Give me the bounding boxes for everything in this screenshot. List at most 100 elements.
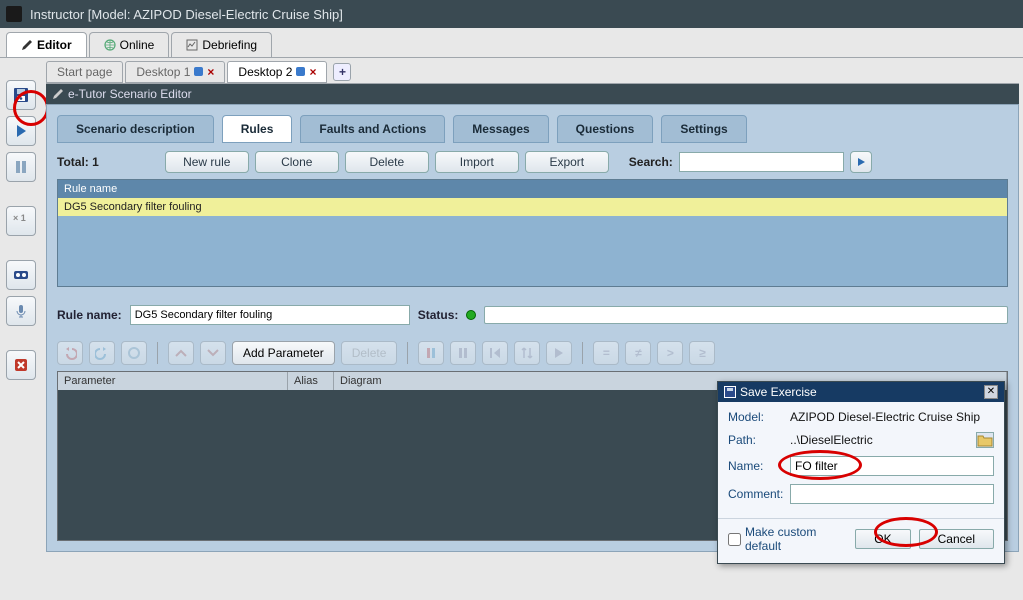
undo-icon [63, 346, 77, 360]
rule-name-input[interactable] [130, 305, 410, 325]
title-bar: Instructor [Model: AZIPOD Diesel-Electri… [0, 0, 1023, 28]
op-equals-button[interactable]: = [593, 341, 619, 365]
mic-icon [13, 303, 29, 319]
search-go-button[interactable] [850, 151, 872, 173]
delete-rule-button[interactable]: Delete [345, 151, 429, 173]
play-icon [856, 157, 866, 167]
tab-rules[interactable]: Rules [222, 115, 293, 143]
op-greater-button[interactable]: > [657, 341, 683, 365]
record-tape-button[interactable] [6, 260, 36, 290]
tab-desktop1-label: Desktop 1 [136, 65, 190, 79]
status-bar [484, 306, 1008, 324]
pause-icon [456, 346, 470, 360]
make-default-label: Make custom default [745, 525, 839, 553]
speed-x1-button[interactable]: × 1 [6, 206, 36, 236]
tab-debriefing[interactable]: Debriefing [171, 32, 272, 57]
tab-start-page[interactable]: Start page [46, 61, 123, 83]
equals-icon: = [603, 346, 610, 360]
mic-button[interactable] [6, 296, 36, 326]
tab-settings[interactable]: Settings [661, 115, 746, 143]
sort-button[interactable] [514, 341, 540, 365]
dialog-close-button[interactable]: ✕ [984, 385, 998, 399]
step-back-icon [488, 346, 502, 360]
rules-table-body [58, 216, 1007, 286]
close-icon[interactable]: × [309, 65, 316, 79]
stop-button[interactable] [6, 350, 36, 380]
pause-expr-button[interactable] [418, 341, 444, 365]
pause-button[interactable] [6, 152, 36, 182]
globe-icon [104, 39, 116, 51]
comment-label: Comment: [728, 487, 784, 501]
save-button[interactable] [6, 80, 36, 110]
browse-path-button[interactable] [976, 432, 994, 448]
chart-icon [186, 39, 198, 51]
folder-icon [977, 433, 993, 447]
rule-row[interactable]: DG5 Secondary filter fouling [58, 198, 1007, 216]
rules-table-header: Rule name [58, 180, 1007, 198]
search-input[interactable] [679, 152, 844, 172]
dialog-title: Save Exercise [740, 385, 817, 399]
stop-icon [13, 357, 29, 373]
make-default-checkbox[interactable]: Make custom default [728, 525, 839, 553]
play-icon [13, 123, 29, 139]
import-rule-button[interactable]: Import [435, 151, 519, 173]
step-back-button[interactable] [482, 341, 508, 365]
add-parameter-button[interactable]: Add Parameter [232, 341, 335, 365]
save-exercise-dialog: Save Exercise ✕ Model: AZIPOD Diesel-Ele… [717, 381, 1005, 564]
tab-desktop2-label: Desktop 2 [238, 65, 292, 79]
rules-toolbar: Total: 1 New rule Clone Delete Import Ex… [57, 151, 1008, 173]
name-input[interactable] [790, 456, 994, 476]
play-button[interactable] [6, 116, 36, 146]
ok-button[interactable]: OK [855, 529, 910, 549]
new-rule-button[interactable]: New rule [165, 151, 249, 173]
scenario-editor-header: e-Tutor Scenario Editor [46, 84, 1019, 104]
redo-button[interactable] [89, 341, 115, 365]
move-down-button[interactable] [200, 341, 226, 365]
window-chip-icon [194, 67, 203, 76]
tab-editor[interactable]: Editor [6, 32, 87, 57]
tab-questions[interactable]: Questions [557, 115, 654, 143]
rules-table: Rule name DG5 Secondary filter fouling [57, 179, 1008, 287]
make-default-input[interactable] [728, 533, 741, 546]
cancel-button[interactable]: Cancel [919, 529, 994, 549]
tab-editor-label: Editor [37, 38, 72, 52]
left-toolbar: × 1 [6, 80, 40, 380]
close-icon[interactable]: × [207, 65, 214, 79]
tab-scenario-description[interactable]: Scenario description [57, 115, 214, 143]
path-value: ..\DieselElectric [790, 433, 970, 447]
op-greatereq-button[interactable]: ≥ [689, 341, 715, 365]
refresh-button[interactable] [121, 341, 147, 365]
redo-icon [95, 346, 109, 360]
status-label: Status: [418, 308, 459, 322]
col-parameter: Parameter [58, 372, 288, 390]
model-value: AZIPOD Diesel-Electric Cruise Ship [790, 410, 980, 424]
status-indicator-icon [466, 310, 476, 320]
tab-online[interactable]: Online [89, 32, 170, 57]
export-rule-button[interactable]: Export [525, 151, 609, 173]
clone-rule-button[interactable]: Clone [255, 151, 339, 173]
delete-parameter-button[interactable]: Delete [341, 341, 398, 365]
pause-gray-button[interactable] [450, 341, 476, 365]
add-desktop-button[interactable]: + [333, 63, 351, 81]
pencil-icon [21, 39, 33, 51]
pencil-icon [52, 88, 64, 100]
tab-desktop-1[interactable]: Desktop 1 × [125, 61, 225, 83]
pause-bars-icon [424, 346, 438, 360]
op-notequals-button[interactable]: ≠ [625, 341, 651, 365]
tab-desktop-2[interactable]: Desktop 2 × [227, 61, 327, 83]
model-label: Model: [728, 410, 784, 424]
scenario-tabs: Scenario description Rules Faults and Ac… [57, 115, 1008, 143]
tab-messages[interactable]: Messages [453, 115, 548, 143]
search-label: Search: [629, 155, 673, 169]
comment-input[interactable] [790, 484, 994, 504]
step-forward-button[interactable] [546, 341, 572, 365]
scenario-editor-title: e-Tutor Scenario Editor [68, 87, 192, 101]
move-up-button[interactable] [168, 341, 194, 365]
tab-faults-actions[interactable]: Faults and Actions [300, 115, 445, 143]
dialog-title-bar[interactable]: Save Exercise ✕ [718, 382, 1004, 402]
window-chip-icon [296, 67, 305, 76]
tab-online-label: Online [120, 38, 155, 52]
undo-button[interactable] [57, 341, 83, 365]
play-icon [552, 346, 566, 360]
desktop-tab-strip: Start page Desktop 1 × Desktop 2 × + [46, 60, 1019, 84]
